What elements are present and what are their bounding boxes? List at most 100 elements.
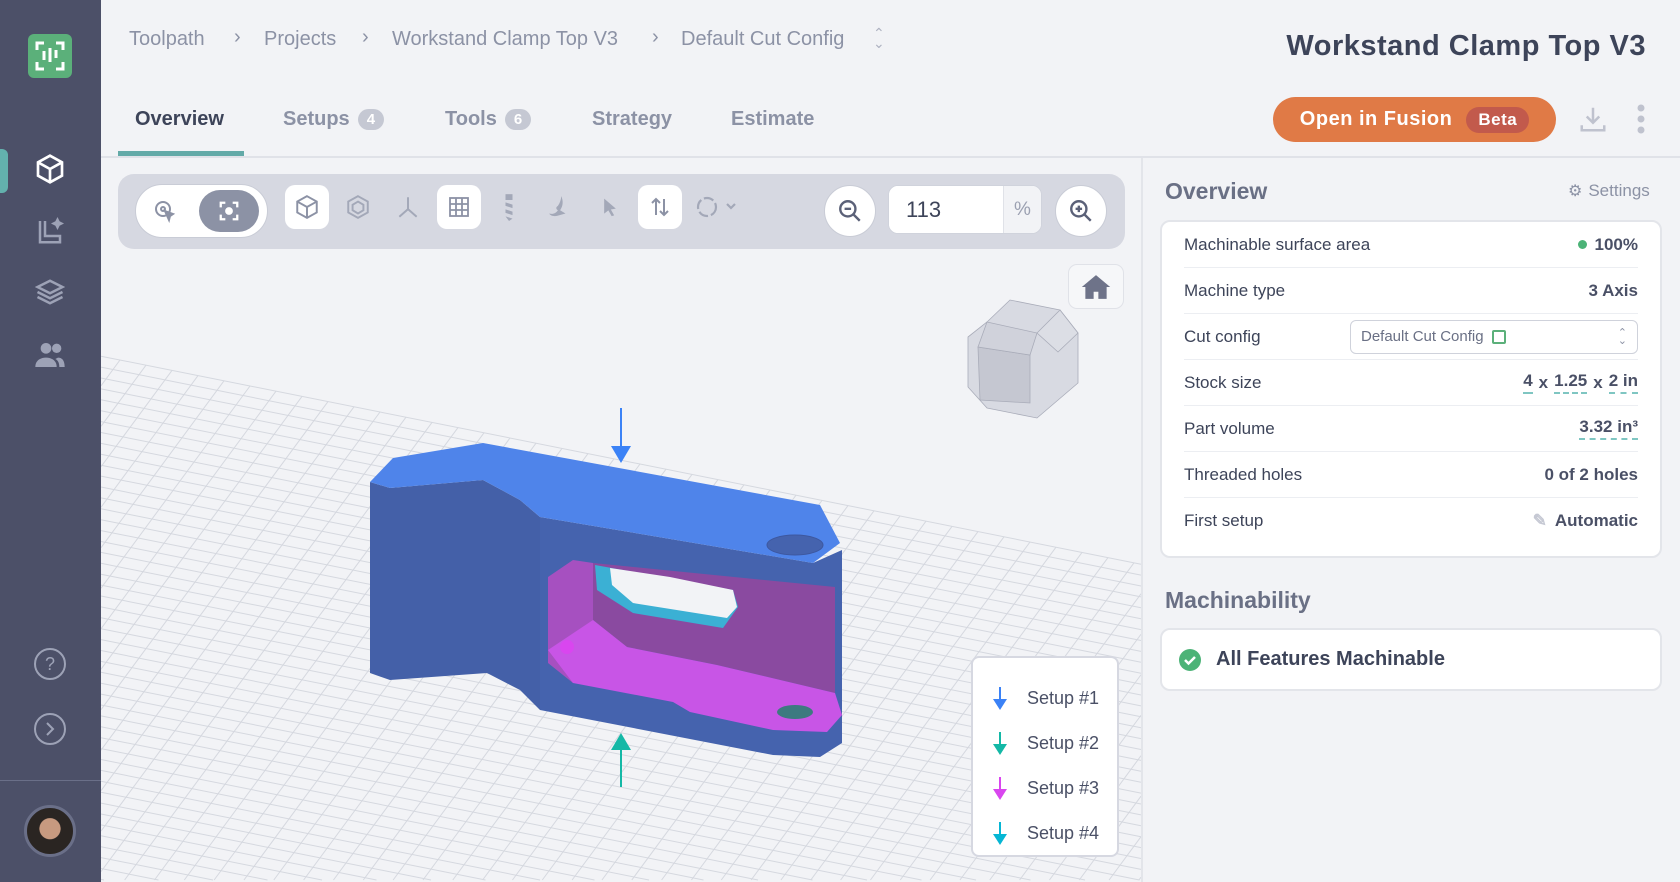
grid-line: [100, 401, 329, 710]
grid-line: [124, 427, 459, 881]
zoom-level-input[interactable]: [889, 186, 1003, 233]
setup-3-arrow-icon: [993, 776, 1007, 800]
grid-line: [100, 748, 759, 881]
tab-label: Setups: [283, 108, 350, 130]
tab-tools[interactable]: Tools 6: [445, 108, 532, 131]
rotate-dropdown-icon[interactable]: [689, 185, 745, 229]
grid-line: [100, 364, 147, 427]
row-cut-config: Cut config Default Cut Config ⌃ ⌄: [1184, 314, 1638, 360]
row-stock-size: Stock size 4 x 1.25 x 2 in: [1184, 360, 1638, 406]
row-label: Machine type: [1184, 280, 1286, 300]
sidebar-item-team-icon[interactable]: [30, 335, 70, 375]
part-model[interactable]: [370, 443, 842, 757]
user-avatar[interactable]: [24, 805, 76, 857]
stock-x-value[interactable]: 4: [1523, 371, 1533, 394]
grid-line: [100, 737, 813, 881]
panel-divider: [1141, 158, 1143, 882]
setup-2-arrow-icon: [993, 731, 1007, 755]
setups-count-badge: 4: [357, 109, 385, 130]
open-in-fusion-button[interactable]: Open in Fusion Beta: [1273, 97, 1556, 142]
grid-line: [154, 432, 485, 881]
check-circle-icon: [1179, 648, 1201, 671]
settings-link[interactable]: ⚙ Settings: [1568, 181, 1650, 201]
grid-line: [750, 536, 1005, 881]
tab-estimate[interactable]: Estimate: [731, 108, 814, 131]
cut-config-switch-icon[interactable]: ⌃ ⌄: [873, 26, 885, 50]
grid-line: [571, 505, 849, 881]
grid-line: [100, 475, 1142, 685]
grid-line: [100, 366, 1142, 576]
grid-line: [100, 355, 1142, 565]
zoom-out-button[interactable]: [824, 185, 876, 237]
sidebar-item-layers-icon[interactable]: [30, 272, 70, 312]
more-options-icon[interactable]: [1636, 104, 1646, 139]
legend-item-setup-3[interactable]: Setup #3: [991, 766, 1117, 811]
zoom-level-field[interactable]: %: [888, 185, 1042, 234]
grid-line: [100, 442, 1142, 652]
breadcrumb-toolpath[interactable]: Toolpath: [129, 28, 205, 51]
grid-line: [482, 489, 771, 881]
tool-bit-icon[interactable]: [487, 185, 531, 229]
help-icon[interactable]: ?: [30, 644, 70, 684]
stock-view-icon[interactable]: [336, 185, 380, 229]
legend-item-setup-2[interactable]: Setup #2: [991, 721, 1117, 766]
sidebar-item-new-document-icon[interactable]: [30, 211, 70, 251]
grid-toggle-icon[interactable]: [437, 185, 481, 229]
breadcrumb-projects[interactable]: Projects: [264, 28, 336, 51]
focus-mode-icon[interactable]: [199, 190, 259, 232]
row-value[interactable]: 3.32 in³: [1579, 417, 1638, 440]
pointer-icon[interactable]: [588, 185, 632, 229]
zoom-in-button[interactable]: [1055, 185, 1107, 237]
download-icon[interactable]: [1578, 104, 1608, 139]
grid-line: [100, 802, 486, 881]
stock-z-value[interactable]: 2 in: [1608, 371, 1638, 394]
grid-line: [100, 704, 977, 881]
cut-config-select[interactable]: Default Cut Config ⌃ ⌄: [1350, 319, 1638, 354]
grid-line: [333, 463, 641, 881]
tab-overview[interactable]: Overview: [135, 108, 224, 131]
expand-sidebar-icon[interactable]: [30, 709, 70, 749]
toolpath-icon[interactable]: [537, 185, 581, 229]
grid-line: [100, 824, 377, 881]
row-label: Cut config: [1184, 326, 1261, 346]
breadcrumb-cut-config[interactable]: Default Cut Config: [681, 28, 844, 51]
legend-item-setup-1[interactable]: Setup #1: [991, 676, 1117, 721]
sidebar-item-model-cube-icon[interactable]: [30, 149, 70, 189]
page-title: Workstand Clamp Top V3: [1286, 30, 1646, 62]
tab-label: Estimate: [731, 108, 815, 130]
grid-line: [691, 526, 953, 881]
tab-label: Tools: [445, 108, 497, 130]
sidebar-divider: [0, 780, 101, 781]
grid-line: [213, 442, 537, 881]
flip-orientation-icon[interactable]: [638, 185, 682, 229]
breadcrumb-separator: ›: [234, 26, 241, 48]
first-setup-edit[interactable]: ✎ Automatic: [1533, 511, 1638, 531]
stock-y-value[interactable]: 1.25: [1554, 371, 1588, 394]
machinability-heading: Machinability: [1165, 587, 1311, 613]
breadcrumb-project[interactable]: Workstand Clamp Top V3: [392, 28, 618, 51]
grid-line: [243, 448, 563, 881]
grid-line: [100, 682, 1086, 881]
overview-heading: Overview: [1165, 178, 1268, 204]
grid-line: [100, 410, 1142, 620]
home-view-button[interactable]: [1068, 264, 1124, 309]
select-mode-icon[interactable]: [148, 194, 182, 228]
grid-line: [422, 479, 719, 881]
tab-strategy[interactable]: Strategy: [592, 108, 672, 131]
cube-view-icon[interactable]: [285, 185, 329, 229]
tab-setups[interactable]: Setups 4: [283, 108, 385, 131]
grid-line: [100, 857, 214, 881]
legend-item-setup-4[interactable]: Setup #4: [991, 811, 1117, 856]
app-logo-icon[interactable]: [28, 34, 72, 78]
view-cube[interactable]: [967, 299, 1079, 419]
legend-label: Setup #2: [1027, 733, 1100, 753]
svg-text:?: ?: [45, 654, 55, 674]
grid-line: [100, 380, 225, 549]
cut-config-logo-icon: [1491, 329, 1506, 344]
sidebar: ?: [0, 0, 101, 882]
grid-line: [100, 385, 251, 589]
axes-icon[interactable]: [386, 185, 430, 229]
header-divider: [101, 156, 1680, 158]
grid-line: [100, 835, 323, 881]
grid-line: [100, 377, 1142, 587]
